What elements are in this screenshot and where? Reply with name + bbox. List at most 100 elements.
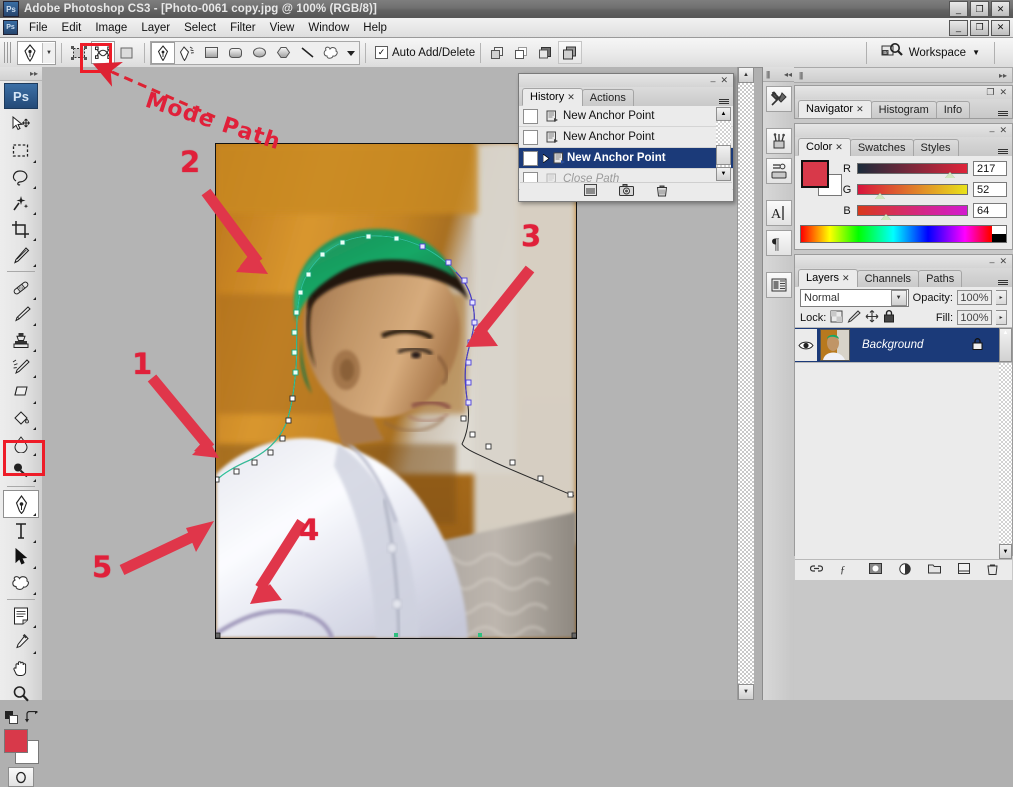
layers-scroll-down-button[interactable]: ▼ [999, 544, 1012, 559]
scroll-up-button[interactable]: ▲ [738, 67, 754, 83]
history-scroll-down-button[interactable]: ▼ [716, 167, 731, 181]
menu-item-file[interactable]: File [22, 20, 55, 36]
history-source-checkbox[interactable] [519, 106, 541, 126]
tab-swatches[interactable]: Swatches [849, 139, 914, 156]
paragraph-panel-icon[interactable]: ¶ [766, 230, 792, 256]
switch-colors-icon[interactable] [24, 709, 38, 727]
channel-g-slider[interactable] [857, 184, 968, 199]
tab-histogram[interactable]: Histogram [870, 101, 937, 118]
pen-tool-button[interactable] [151, 41, 175, 64]
history-states-list[interactable]: New Anchor Point New Anchor Point New An… [519, 106, 733, 190]
fill-stepper[interactable]: ▸ [996, 310, 1007, 325]
menu-item-layer[interactable]: Layer [134, 20, 177, 36]
tool-move[interactable] [4, 112, 38, 138]
new-layer-icon[interactable] [957, 563, 970, 577]
lock-all-icon[interactable] [883, 309, 895, 326]
layer-name[interactable]: Background [862, 339, 923, 351]
tab-close-icon[interactable]: ✕ [567, 92, 575, 103]
exclude-overlapping-path-areas-button[interactable] [558, 41, 583, 64]
channel-r-thumb[interactable] [945, 172, 956, 178]
tool-eyedropper[interactable] [4, 629, 38, 655]
scroll-down-button[interactable]: ▼ [738, 684, 754, 700]
freeform-pen-tool-button[interactable] [175, 42, 199, 64]
lock-image-pixels-icon[interactable] [847, 309, 862, 326]
channel-g-value[interactable]: 52 [973, 182, 1007, 197]
ellipse-tool-button[interactable] [247, 42, 271, 64]
tool-brush[interactable] [4, 301, 38, 327]
document-vertical-scrollbar[interactable]: ▲ ▼ [737, 67, 754, 700]
tool-zoom[interactable] [4, 681, 38, 707]
menu-item-filter[interactable]: Filter [223, 20, 263, 36]
intersect-path-areas-button[interactable] [534, 41, 558, 64]
chevron-down-icon[interactable]: ▼ [890, 289, 907, 306]
history-panel[interactable]: – ✕ History ✕ Actions New Anchor Point N… [518, 73, 734, 202]
close-icon[interactable]: ✕ [999, 87, 1007, 98]
color-panel-swatches[interactable] [801, 160, 842, 196]
auto-add-delete-checkbox[interactable]: ✓ Auto Add/Delete [375, 46, 475, 59]
layers-list-empty-area[interactable]: ▼ [795, 363, 1012, 559]
minimize-icon[interactable]: – [989, 126, 994, 136]
lock-transparent-pixels-icon[interactable] [830, 310, 843, 326]
layers-panel-menu-icon[interactable] [998, 280, 1008, 285]
history-vertical-scrollbar[interactable]: ▲ ▼ [716, 107, 731, 181]
tool-custom-shape[interactable] [4, 570, 38, 596]
tab-actions[interactable]: Actions [581, 89, 634, 106]
rectangle-tool-button[interactable] [199, 42, 223, 64]
foreground-background-colors[interactable] [4, 729, 39, 764]
rounded-rectangle-tool-button[interactable] [223, 42, 247, 64]
foreground-color-swatch[interactable] [4, 729, 28, 753]
panels-grip-icon[interactable]: ||| [799, 71, 803, 80]
doc-close-button[interactable]: ✕ [991, 19, 1010, 36]
close-icon[interactable]: ✕ [720, 75, 728, 86]
panels-dock-header[interactable]: ||| ▸▸ [794, 67, 1013, 83]
new-group-icon[interactable] [927, 563, 941, 577]
menu-item-select[interactable]: Select [177, 20, 223, 36]
list-item[interactable]: New Anchor Point [519, 127, 733, 148]
add-to-path-area-button[interactable] [486, 41, 510, 64]
tab-paths[interactable]: Paths [918, 270, 963, 287]
character-panel-icon[interactable]: A [766, 200, 792, 226]
tab-layers[interactable]: Layers ✕ [798, 269, 858, 287]
channel-b-value[interactable]: 64 [973, 203, 1007, 218]
layer-thumbnail[interactable] [820, 329, 850, 361]
list-item[interactable]: New Anchor Point [519, 148, 733, 169]
channel-r-value[interactable]: 217 [973, 161, 1007, 176]
menu-item-view[interactable]: View [263, 20, 302, 36]
dock-expand-icon[interactable]: ◂◂ [784, 70, 792, 79]
history-source-checkbox[interactable] [519, 127, 541, 147]
tool-paint-bucket[interactable] [4, 405, 38, 431]
tools-panel-icon[interactable] [766, 86, 792, 112]
lock-position-icon[interactable] [865, 309, 879, 326]
opacity-stepper[interactable]: ▸ [996, 290, 1007, 305]
tab-close-icon[interactable]: ✕ [835, 142, 843, 153]
channel-b-thumb[interactable] [880, 214, 891, 220]
tab-info[interactable]: Info [935, 101, 971, 118]
layer-visibility-toggle[interactable] [795, 329, 817, 361]
blend-mode-select[interactable]: Normal ▼ [800, 288, 909, 307]
brushes-panel-icon[interactable] [766, 128, 792, 154]
layers-scroll-up-button[interactable]: ▲ [999, 328, 1012, 362]
custom-shape-tool-button[interactable] [319, 42, 343, 64]
dock-strip-header[interactable]: ||| ◂◂ [763, 67, 795, 82]
layer-comps-panel-icon[interactable] [766, 272, 792, 298]
tool-rectangular-marquee[interactable] [4, 138, 38, 164]
opacity-value[interactable]: 100% [957, 290, 992, 305]
tool-history-brush[interactable] [4, 353, 38, 379]
history-source-checkbox[interactable] [519, 148, 541, 168]
workspace-switcher[interactable]: Br Workspace ▼ [858, 41, 1013, 64]
tool-path-selection[interactable] [4, 544, 38, 570]
toolbox-collapse-button[interactable]: ▸▸ [0, 67, 42, 81]
menu-item-window[interactable]: Window [301, 20, 356, 36]
tab-close-icon[interactable]: ✕ [856, 104, 864, 115]
tab-color[interactable]: Color ✕ [798, 138, 851, 156]
minimize-icon[interactable]: ❐ [986, 87, 994, 98]
maximize-button[interactable]: ❐ [970, 1, 989, 17]
menu-item-image[interactable]: Image [88, 20, 134, 36]
fill-value[interactable]: 100% [957, 310, 992, 325]
delete-layer-icon[interactable] [986, 563, 998, 578]
tool-crop[interactable] [4, 216, 38, 242]
go-to-bridge-icon[interactable]: Br [881, 42, 903, 63]
tool-presets-panel-icon[interactable] [766, 158, 792, 184]
layer-mask-icon[interactable] [868, 563, 882, 577]
channel-g-thumb[interactable] [875, 193, 886, 199]
